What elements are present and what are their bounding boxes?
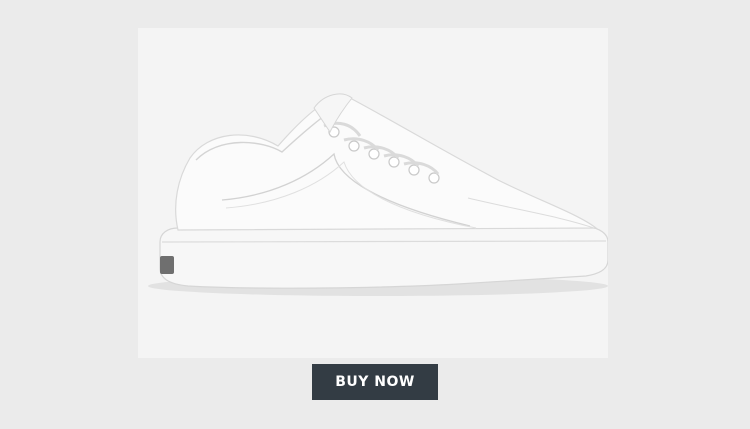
sneaker-illustration <box>148 93 608 296</box>
product-card: BUY NOW <box>0 0 750 429</box>
product-image <box>138 28 608 358</box>
buy-now-button[interactable]: BUY NOW <box>312 364 438 400</box>
